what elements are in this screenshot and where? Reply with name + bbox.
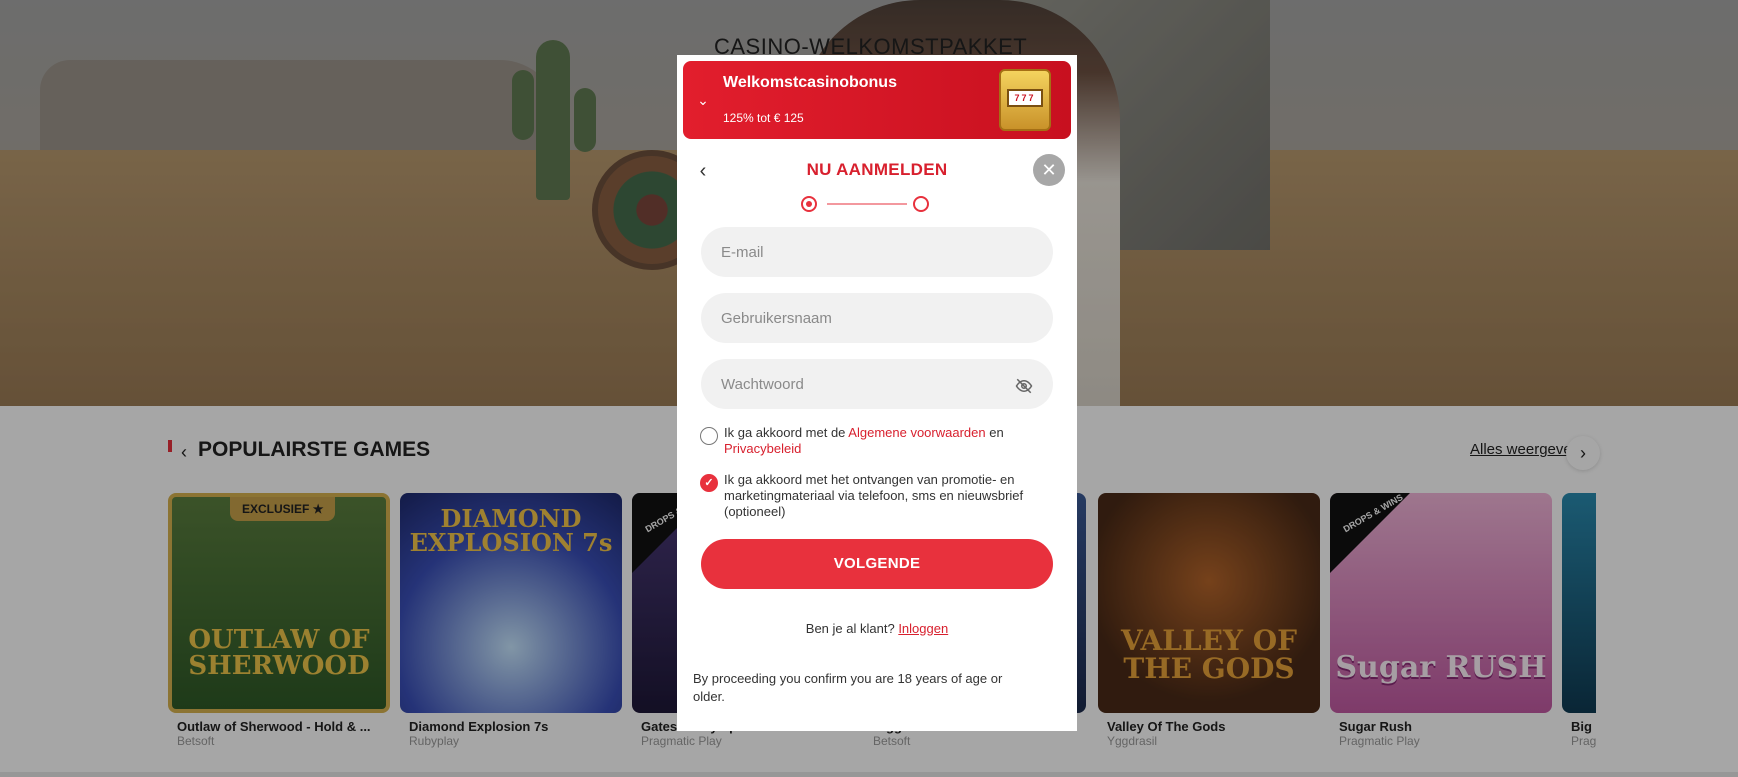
login-link[interactable]: Inloggen: [898, 621, 948, 636]
bonus-banner[interactable]: ⌄ Welkomstcasinobonus 125% tot € 125 777: [683, 61, 1071, 139]
next-button[interactable]: VOLGENDE: [701, 539, 1053, 589]
terms-checkbox[interactable]: [700, 427, 718, 445]
bonus-title: Welkomstcasinobonus: [723, 74, 897, 91]
password-field[interactable]: [701, 359, 1053, 409]
marketing-checkbox[interactable]: ✓: [700, 474, 718, 492]
terms-checkbox-row: Ik ga akkoord met de Algemene voorwaarde…: [700, 425, 1060, 457]
bonus-subtitle: 125% tot € 125: [723, 111, 804, 125]
step-indicator: [801, 196, 953, 212]
age-confirmation-text: By proceeding you confirm you are 18 yea…: [693, 671, 1003, 704]
close-icon[interactable]: ✕: [1033, 154, 1065, 186]
step-line: [827, 203, 907, 205]
checkmark-icon: ✓: [704, 477, 714, 489]
login-row: Ben je al klant? Inloggen: [805, 621, 949, 636]
step-dot-2: [913, 196, 929, 212]
email-field[interactable]: [701, 227, 1053, 277]
marketing-label: Ik ga akkoord met het ontvangen van prom…: [724, 472, 1024, 519]
privacy-link[interactable]: Privacybeleid: [724, 441, 801, 456]
eye-off-icon[interactable]: [1013, 377, 1035, 399]
registration-modal: ⌄ Welkomstcasinobonus 125% tot € 125 777…: [677, 55, 1077, 731]
modal-title: NU AANMELDEN: [806, 160, 948, 179]
step-dot-1: [801, 196, 817, 212]
terms-link[interactable]: Algemene voorwaarden: [848, 425, 985, 440]
chevron-down-icon[interactable]: ⌄: [693, 90, 713, 110]
username-field[interactable]: [701, 293, 1053, 343]
marketing-checkbox-row: ✓ Ik ga akkoord met het ontvangen van pr…: [700, 472, 1060, 520]
slot-machine-icon: 777: [999, 69, 1051, 131]
